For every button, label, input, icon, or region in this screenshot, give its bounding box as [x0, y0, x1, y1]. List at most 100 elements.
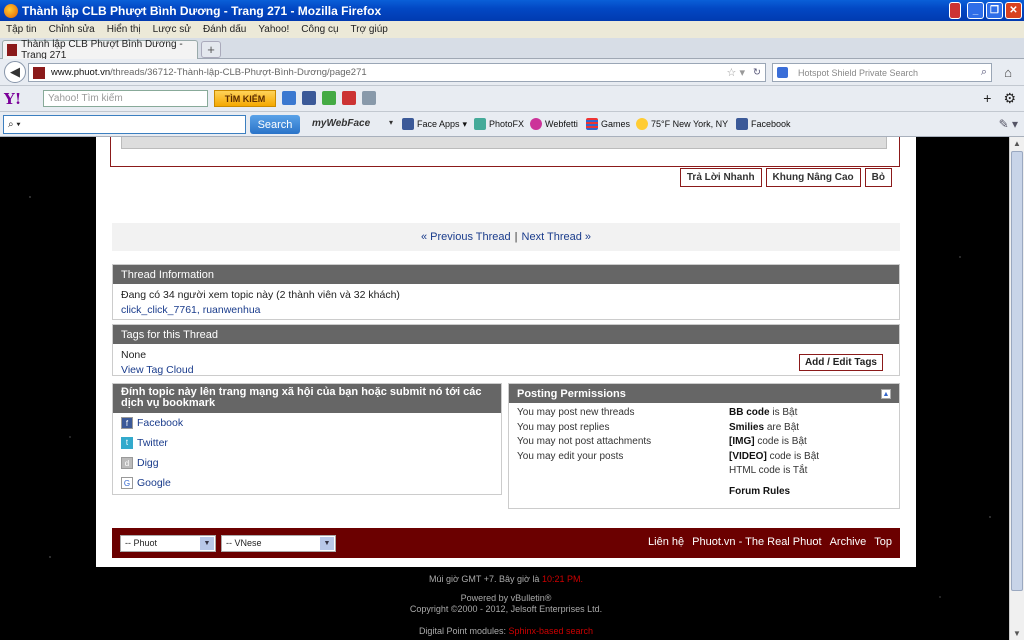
games-icon[interactable]	[342, 91, 356, 105]
twitter-icon: t	[121, 437, 133, 449]
view-tag-cloud-link[interactable]: View Tag Cloud	[121, 364, 194, 376]
close-button[interactable]: ✕	[1005, 2, 1022, 19]
editor-textarea[interactable]	[121, 137, 887, 149]
bookmark-webfetti[interactable]: Webfetti	[530, 118, 578, 130]
reload-icon[interactable]: ↻	[753, 67, 761, 78]
gear-icon[interactable]: ⚙	[1003, 90, 1016, 107]
forum-rules-link[interactable]: Forum Rules	[729, 486, 790, 497]
chevron-down-icon[interactable]: ▾	[389, 118, 393, 127]
smilies-link[interactable]: Smilies	[729, 422, 764, 433]
url-bar[interactable]: www.phuot.vn /threads/36712-Thành-lập-CL…	[28, 63, 766, 82]
url-domain: www.phuot.vn	[51, 67, 111, 78]
home-icon[interactable]: ⌂	[998, 63, 1018, 82]
search-icon[interactable]: ⌕	[981, 66, 987, 79]
scrollbar-thumb[interactable]	[1011, 151, 1023, 591]
language-select[interactable]: -- VNese ▼	[221, 534, 336, 552]
top-link[interactable]: Top	[874, 536, 892, 548]
menu-edit[interactable]: Chỉnh sửa	[49, 24, 95, 35]
yahoo-toolbar-right: + ⚙	[983, 90, 1016, 107]
site-favicon-icon	[7, 44, 18, 56]
social-google-link[interactable]: G Google	[121, 473, 493, 493]
vertical-scrollbar[interactable]: ▲ ▼	[1009, 137, 1024, 640]
mywebface-logo[interactable]: myWebFace	[312, 118, 370, 129]
previous-thread-link[interactable]: « Previous Thread	[421, 231, 511, 243]
new-tab-button[interactable]: +	[201, 41, 221, 58]
collapse-icon[interactable]: ▲	[881, 389, 891, 399]
social-twitter-link[interactable]: t Twitter	[121, 433, 493, 453]
bookmark-star-icon[interactable]: ☆ ▾	[727, 66, 745, 79]
posting-permissions-panel: Posting Permissions ▲ You may post new t…	[508, 383, 900, 509]
reply-editor	[110, 137, 900, 167]
sphinx-search-link[interactable]: Sphinx-based search	[509, 626, 594, 636]
menu-yahoo[interactable]: Yahoo!	[258, 24, 289, 35]
current-time: 10:21 PM.	[541, 574, 583, 584]
permission-item: You may edit your posts	[517, 450, 624, 462]
menu-tools[interactable]: Công cụ	[301, 24, 338, 35]
bookmark-games[interactable]: Games	[586, 118, 630, 130]
viewer-users-link[interactable]: click_click_7761, ruanwenhua	[121, 304, 261, 316]
bookmark-weather[interactable]: 75°F New York, NY	[636, 118, 728, 130]
games-icon	[586, 118, 598, 130]
archive-link[interactable]: Archive	[830, 536, 867, 548]
sun-icon	[636, 118, 648, 130]
window-title: Thành lập CLB Phượt Bình Dương - Trang 2…	[22, 3, 382, 18]
maximize-button[interactable]: ❐	[986, 2, 1003, 19]
facebook-icon[interactable]	[302, 91, 316, 105]
panel-title: Tags for this Thread	[113, 325, 899, 344]
forum-footer-bar: -- Phuot ▼ -- VNese ▼ Liên hệ Phuot.vn - T…	[112, 528, 900, 558]
toolbar-search-button[interactable]: Search	[250, 115, 300, 134]
next-thread-link[interactable]: Next Thread »	[522, 231, 592, 243]
thread-nav-separator: |	[514, 231, 518, 243]
pages-icon[interactable]	[362, 91, 376, 105]
bookmark-photofx[interactable]: PhotoFX	[474, 118, 524, 130]
add-icon[interactable]: +	[983, 90, 991, 107]
menu-view[interactable]: Hiển thị	[107, 24, 141, 35]
bookmark-facebook[interactable]: Facebook	[736, 118, 791, 130]
bbcode-link[interactable]: BB code	[729, 407, 770, 418]
yahoo-toolbar: Y! Yahoo! Tìm kiếm TÌM KIẾM + ⚙	[0, 86, 1024, 112]
web-search-input[interactable]: Hotspot Shield Private Search ⌕	[772, 63, 992, 82]
permission-item: You may post new threads	[517, 407, 635, 418]
img-code-link[interactable]: [IMG]	[729, 436, 755, 447]
back-button[interactable]: ◀	[4, 61, 26, 83]
digital-point-text: Digital Point modules: Sphinx-based sear…	[418, 626, 594, 636]
wrench-icon[interactable]: ✎ ▾	[999, 117, 1018, 131]
style-select[interactable]: -- Phuot ▼	[120, 534, 216, 552]
menu-file[interactable]: Tập tin	[6, 24, 37, 35]
yahoo-search-input[interactable]: Yahoo! Tìm kiếm	[43, 90, 208, 107]
permission-item: You may post replies	[517, 421, 610, 433]
yahoo-icons	[282, 91, 376, 105]
advanced-editor-button[interactable]: Khung Nâng Cao	[765, 168, 861, 187]
tab-active[interactable]: Thành lập CLB Phượt Bình Dương - Trang 2…	[2, 39, 198, 61]
face-apps-icon	[402, 118, 414, 130]
reply-actions: Trả Lời Nhanh Khung Nâng Cao Bỏ	[679, 168, 892, 187]
cancel-button[interactable]: Bỏ	[864, 168, 892, 187]
menu-history[interactable]: Lược sử	[153, 24, 191, 35]
widgets-icon[interactable]	[322, 91, 336, 105]
toolbar-search-input[interactable]: ⌕ ▾	[3, 115, 246, 134]
home-link[interactable]: Phuot.vn - The Real Phuot	[692, 536, 821, 548]
quick-reply-button[interactable]: Trả Lời Nhanh	[679, 168, 762, 187]
add-edit-tags-button[interactable]: Add / Edit Tags	[798, 354, 883, 371]
window-controls: _ ❐ ✕	[949, 2, 1022, 19]
minimize-button[interactable]: _	[967, 2, 984, 19]
yahoo-search-button[interactable]: TÌM KIẾM	[214, 90, 276, 107]
social-digg-link[interactable]: d Digg	[121, 453, 493, 473]
thread-information-panel: Thread Information Đang có 34 người xem …	[112, 264, 900, 320]
social-facebook-link[interactable]: f Facebook	[121, 413, 493, 433]
menu-bookmarks[interactable]: Đánh dấu	[203, 24, 246, 35]
addon-icon[interactable]	[949, 2, 961, 19]
menu-bar: Tập tin Chỉnh sửa Hiển thị Lược sử Đánh …	[0, 21, 1024, 38]
bookmark-face-apps[interactable]: Face Apps ▾	[402, 118, 467, 130]
mail-icon[interactable]	[282, 91, 296, 105]
yahoo-logo[interactable]: Y!	[4, 90, 21, 108]
scroll-down-icon[interactable]: ▼	[1010, 627, 1024, 640]
search-icon: ⌕ ▾	[8, 119, 21, 130]
chevron-down-icon: ▼	[320, 536, 334, 550]
contact-link[interactable]: Liên hệ	[648, 536, 684, 548]
scroll-up-icon[interactable]: ▲	[1010, 137, 1024, 150]
menu-help[interactable]: Trợ giúp	[351, 24, 388, 35]
video-code-link[interactable]: [VIDEO]	[729, 451, 767, 462]
photofx-icon	[474, 118, 486, 130]
yahoo-search-placeholder: Yahoo! Tìm kiếm	[48, 93, 123, 104]
